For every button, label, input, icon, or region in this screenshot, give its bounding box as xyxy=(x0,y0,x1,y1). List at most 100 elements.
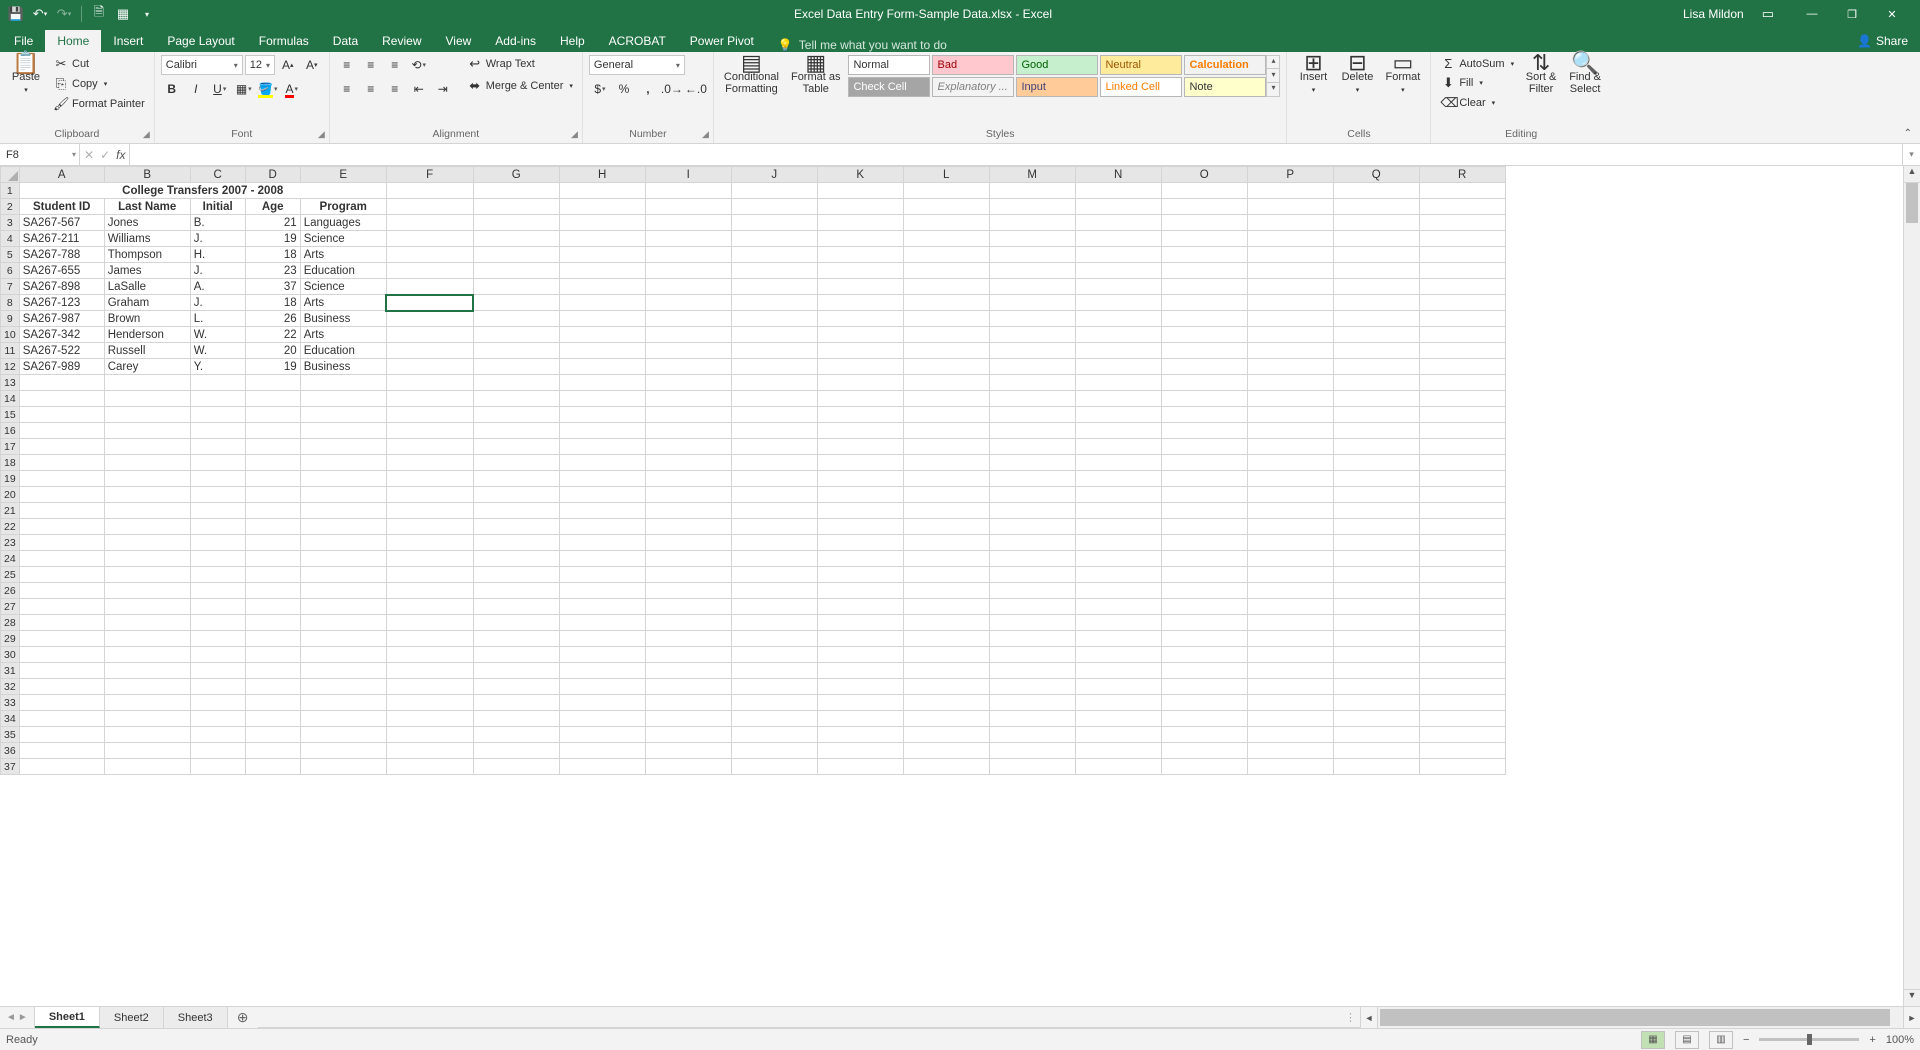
cell-L17[interactable] xyxy=(903,439,989,455)
cell-J21[interactable] xyxy=(731,503,817,519)
formula-input[interactable] xyxy=(130,144,1902,165)
tab-file[interactable]: File xyxy=(2,30,45,52)
cell-K6[interactable] xyxy=(817,263,903,279)
cell-I18[interactable] xyxy=(645,455,731,471)
cell-D37[interactable] xyxy=(245,759,300,775)
cell-M7[interactable] xyxy=(989,279,1075,295)
cell-I34[interactable] xyxy=(645,711,731,727)
cell-F14[interactable] xyxy=(386,391,473,407)
cell-C10[interactable]: W. xyxy=(190,327,245,343)
cell-R24[interactable] xyxy=(1419,551,1505,567)
row-header-26[interactable]: 26 xyxy=(1,583,20,599)
minimize-button[interactable]: ― xyxy=(1792,0,1832,28)
row-header-8[interactable]: 8 xyxy=(1,295,20,311)
cell-G14[interactable] xyxy=(473,391,559,407)
clipboard-launcher-icon[interactable]: ◢ xyxy=(143,129,150,140)
cell-style-calculation[interactable]: Calculation xyxy=(1184,55,1266,75)
cell-J20[interactable] xyxy=(731,487,817,503)
cell-K27[interactable] xyxy=(817,599,903,615)
cell-E10[interactable]: Arts xyxy=(300,327,386,343)
column-header-H[interactable]: H xyxy=(559,167,645,183)
cell-B10[interactable]: Henderson xyxy=(104,327,190,343)
tell-me[interactable]: 💡 Tell me what you want to do xyxy=(766,38,959,52)
cell-K36[interactable] xyxy=(817,743,903,759)
cell-H35[interactable] xyxy=(559,727,645,743)
cell-L34[interactable] xyxy=(903,711,989,727)
cell-R32[interactable] xyxy=(1419,679,1505,695)
cell-K17[interactable] xyxy=(817,439,903,455)
cell-L4[interactable] xyxy=(903,231,989,247)
cell-O37[interactable] xyxy=(1161,759,1247,775)
cell-P22[interactable] xyxy=(1247,519,1333,535)
cell-Q7[interactable] xyxy=(1333,279,1419,295)
cell-K32[interactable] xyxy=(817,679,903,695)
cell-I19[interactable] xyxy=(645,471,731,487)
cell-P18[interactable] xyxy=(1247,455,1333,471)
cell-F34[interactable] xyxy=(386,711,473,727)
cell-F35[interactable] xyxy=(386,727,473,743)
column-header-B[interactable]: B xyxy=(104,167,190,183)
cell-C14[interactable] xyxy=(190,391,245,407)
cell-R16[interactable] xyxy=(1419,423,1505,439)
cell-A25[interactable] xyxy=(19,567,104,583)
cell-H2[interactable] xyxy=(559,199,645,215)
cell-F17[interactable] xyxy=(386,439,473,455)
cell-G19[interactable] xyxy=(473,471,559,487)
cell-P9[interactable] xyxy=(1247,311,1333,327)
row-header-13[interactable]: 13 xyxy=(1,375,20,391)
cell-M22[interactable] xyxy=(989,519,1075,535)
cell-I14[interactable] xyxy=(645,391,731,407)
cell-N26[interactable] xyxy=(1075,583,1161,599)
cell-A32[interactable] xyxy=(19,679,104,695)
cell-Q36[interactable] xyxy=(1333,743,1419,759)
vertical-scroll-thumb[interactable] xyxy=(1906,183,1918,223)
decrease-font-button[interactable]: A▾ xyxy=(301,55,323,75)
cell-B34[interactable] xyxy=(104,711,190,727)
cell-N16[interactable] xyxy=(1075,423,1161,439)
cell-H22[interactable] xyxy=(559,519,645,535)
cell-D5[interactable]: 18 xyxy=(245,247,300,263)
format-as-table-button[interactable]: ▦Format as Table xyxy=(787,55,845,97)
row-header-31[interactable]: 31 xyxy=(1,663,20,679)
decrease-decimal-button[interactable]: ←.0 xyxy=(685,79,707,99)
row-header-4[interactable]: 4 xyxy=(1,231,20,247)
cell-C22[interactable] xyxy=(190,519,245,535)
cell-K29[interactable] xyxy=(817,631,903,647)
cell-D8[interactable]: 18 xyxy=(245,295,300,311)
cell-J2[interactable] xyxy=(731,199,817,215)
cell-P34[interactable] xyxy=(1247,711,1333,727)
cell-K18[interactable] xyxy=(817,455,903,471)
cell-G1[interactable] xyxy=(473,183,559,199)
column-header-D[interactable]: D xyxy=(245,167,300,183)
cell-H28[interactable] xyxy=(559,615,645,631)
cell-F4[interactable] xyxy=(386,231,473,247)
cell-M10[interactable] xyxy=(989,327,1075,343)
cell-K33[interactable] xyxy=(817,695,903,711)
cell-I9[interactable] xyxy=(645,311,731,327)
cell-M33[interactable] xyxy=(989,695,1075,711)
cell-O23[interactable] xyxy=(1161,535,1247,551)
row-header-10[interactable]: 10 xyxy=(1,327,20,343)
cell-K22[interactable] xyxy=(817,519,903,535)
cell-F9[interactable] xyxy=(386,311,473,327)
bold-button[interactable]: B xyxy=(161,79,183,99)
cell-J35[interactable] xyxy=(731,727,817,743)
cancel-icon[interactable]: ✕ xyxy=(84,148,94,162)
cell-K23[interactable] xyxy=(817,535,903,551)
cell-F18[interactable] xyxy=(386,455,473,471)
row-header-30[interactable]: 30 xyxy=(1,647,20,663)
cell-L9[interactable] xyxy=(903,311,989,327)
cell-E3[interactable]: Languages xyxy=(300,215,386,231)
cell-O5[interactable] xyxy=(1161,247,1247,263)
cell-R17[interactable] xyxy=(1419,439,1505,455)
cell-D22[interactable] xyxy=(245,519,300,535)
cell-B12[interactable]: Carey xyxy=(104,359,190,375)
cell-G13[interactable] xyxy=(473,375,559,391)
cell-I21[interactable] xyxy=(645,503,731,519)
cell-K26[interactable] xyxy=(817,583,903,599)
cell-Q30[interactable] xyxy=(1333,647,1419,663)
cell-L8[interactable] xyxy=(903,295,989,311)
cell-C25[interactable] xyxy=(190,567,245,583)
cell-R10[interactable] xyxy=(1419,327,1505,343)
cell-P5[interactable] xyxy=(1247,247,1333,263)
